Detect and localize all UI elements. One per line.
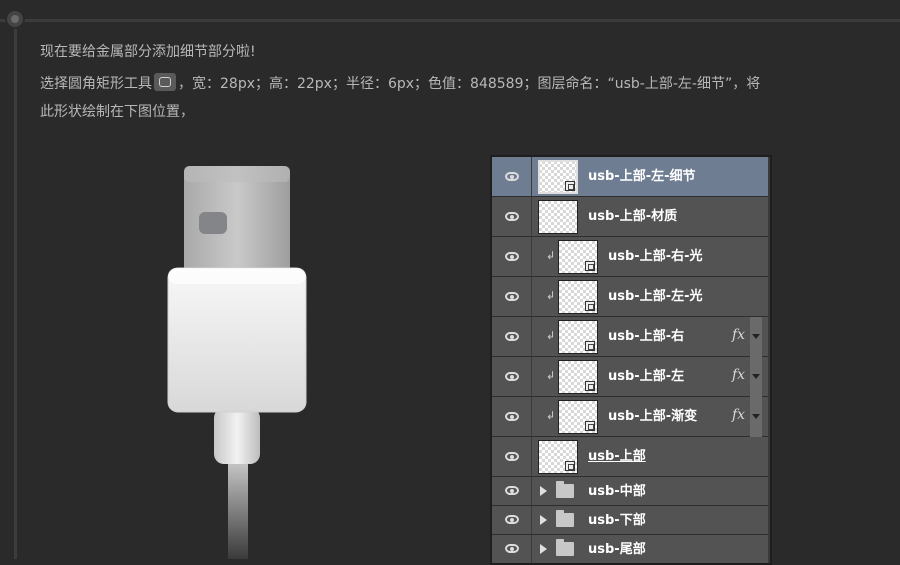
instruction-line-1: 现在要给金属部分添加细节部分啦!	[40, 44, 256, 60]
folder-icon	[556, 539, 574, 556]
clipping-mask-icon: ↲	[546, 409, 556, 422]
eye-icon	[505, 211, 519, 221]
eye-icon	[505, 515, 519, 524]
layer-name[interactable]: usb-上部	[588, 437, 646, 477]
folder-icon	[556, 481, 574, 498]
visibility-toggle[interactable]	[492, 197, 532, 236]
layer-thumbnail[interactable]	[538, 200, 578, 234]
layer-row[interactable]: ↲ usb-上部-右-光	[492, 237, 768, 277]
expand-triangle-icon[interactable]	[540, 515, 547, 525]
vector-mask-icon	[565, 461, 575, 471]
usb-cable	[228, 455, 248, 559]
group-name[interactable]: usb-尾部	[588, 535, 646, 563]
layer-name[interactable]: usb-上部-右-光	[608, 237, 703, 277]
visibility-toggle[interactable]	[492, 477, 532, 505]
layer-name[interactable]: usb-上部-左	[608, 357, 684, 397]
layer-thumbnail[interactable]	[558, 240, 598, 274]
timeline-node-icon	[5, 9, 25, 29]
eye-icon	[505, 291, 519, 301]
layer-thumbnail[interactable]	[538, 440, 578, 474]
usb-metal-top-face	[184, 166, 290, 182]
eye-icon	[505, 411, 519, 421]
group-name[interactable]: usb-下部	[588, 506, 646, 535]
rounded-rectangle-tool-icon	[154, 73, 176, 91]
eye-icon	[505, 331, 519, 341]
layer-row[interactable]: usb-上部-材质	[492, 197, 768, 237]
eye-icon	[505, 371, 519, 381]
vector-mask-icon	[585, 381, 595, 391]
vector-mask-icon	[585, 301, 595, 311]
visibility-toggle[interactable]	[492, 506, 532, 534]
layer-thumbnail[interactable]	[558, 400, 598, 434]
instruction-line-2-rest: ，宽：28px；高：22px；半径：6px；色值：848589；图层命名：“us…	[178, 76, 761, 92]
timeline-line	[14, 22, 17, 559]
eye-icon	[505, 544, 519, 553]
layer-name[interactable]: usb-上部-材质	[588, 197, 677, 237]
visibility-toggle[interactable]	[492, 277, 532, 316]
effects-expand-icon[interactable]	[750, 317, 762, 357]
expand-triangle-icon[interactable]	[540, 544, 547, 554]
layer-thumbnail[interactable]	[558, 280, 598, 314]
effects-expand-icon[interactable]	[750, 397, 762, 437]
layer-thumbnail[interactable]	[538, 160, 578, 194]
vector-mask-icon	[585, 421, 595, 431]
instruction-line-2: 选择圆角矩形工具 ，宽：28px；高：22px；半径：6px；色值：848589；…	[40, 73, 760, 94]
visibility-toggle[interactable]	[492, 157, 532, 196]
layer-name[interactable]: usb-上部-右	[608, 317, 684, 357]
layer-effects-icon[interactable]: fx	[732, 367, 745, 383]
layer-row[interactable]: ↲ usb-上部-右 fx	[492, 317, 768, 357]
group-name[interactable]: usb-中部	[588, 477, 646, 506]
layer-thumbnail[interactable]	[558, 320, 598, 354]
layers-panel: usb-上部-左-细节 usb-上部-材质 ↲ usb-上部-右-光 ↲ usb-上部-左…	[490, 155, 772, 565]
layer-thumbnail[interactable]	[558, 360, 598, 394]
clipping-mask-icon: ↲	[546, 329, 556, 342]
folder-icon	[556, 510, 574, 527]
eye-icon	[505, 171, 519, 181]
layer-row[interactable]: ↲ usb-上部-渐变 fx	[492, 397, 768, 437]
vector-mask-icon	[585, 261, 595, 271]
clipping-mask-icon: ↲	[546, 249, 556, 262]
layer-group-row[interactable]: usb-中部	[492, 477, 768, 506]
layer-group-row[interactable]: usb-下部	[492, 506, 768, 535]
layer-row[interactable]: usb-上部-左-细节	[492, 157, 768, 197]
layer-name[interactable]: usb-上部-渐变	[608, 397, 697, 437]
vector-mask-icon	[565, 181, 575, 191]
visibility-toggle[interactable]	[492, 317, 532, 356]
layer-effects-icon[interactable]: fx	[732, 407, 745, 423]
layer-effects-icon[interactable]: fx	[732, 327, 745, 343]
eye-icon	[505, 251, 519, 261]
visibility-toggle[interactable]	[492, 237, 532, 276]
eye-icon	[505, 486, 519, 495]
instruction-line-2-start: 选择圆角矩形工具	[40, 76, 152, 92]
visibility-toggle[interactable]	[492, 397, 532, 436]
layer-name[interactable]: usb-上部-左-光	[608, 277, 703, 317]
expand-triangle-icon[interactable]	[540, 486, 547, 496]
usb-plug-rim	[168, 268, 306, 284]
effects-expand-icon[interactable]	[750, 357, 762, 397]
layer-name[interactable]: usb-上部-左-细节	[588, 157, 696, 197]
vector-mask-icon	[585, 341, 595, 351]
top-divider	[0, 19, 900, 22]
usb-metal-detail	[199, 212, 227, 234]
usb-neck	[214, 408, 260, 464]
layer-row[interactable]: usb-上部	[492, 437, 768, 477]
layer-row[interactable]: ↲ usb-上部-左-光	[492, 277, 768, 317]
usb-plug-body	[167, 267, 307, 413]
visibility-toggle[interactable]	[492, 437, 532, 476]
clipping-mask-icon: ↲	[546, 369, 556, 382]
instruction-line-3: 此形状绘制在下图位置，	[40, 104, 194, 120]
eye-icon	[505, 451, 519, 461]
layer-row[interactable]: ↲ usb-上部-左 fx	[492, 357, 768, 397]
visibility-toggle[interactable]	[492, 357, 532, 396]
layer-group-row[interactable]: usb-尾部	[492, 535, 768, 563]
usb-connector-illustration	[167, 166, 307, 559]
clipping-mask-icon: ↲	[546, 289, 556, 302]
